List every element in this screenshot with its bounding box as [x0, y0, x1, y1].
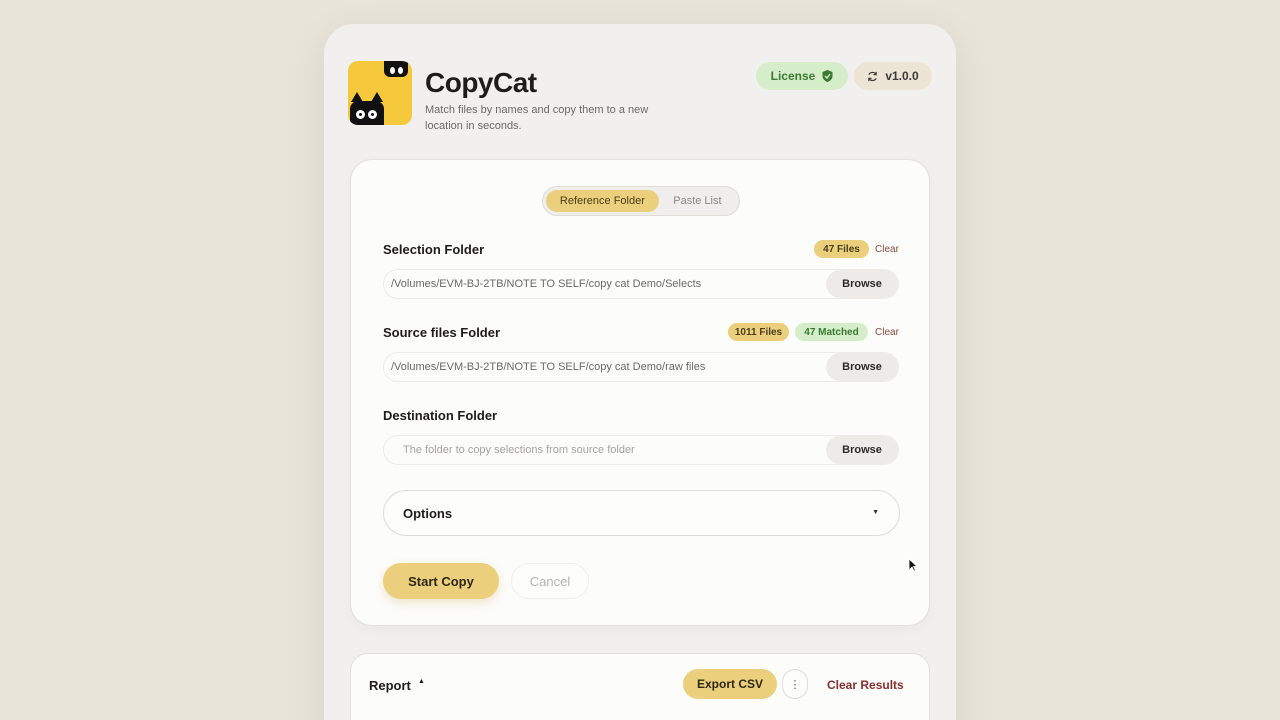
destination-folder-input[interactable]: The folder to copy selections from sourc…	[383, 435, 899, 465]
destination-browse-button[interactable]: Browse	[826, 436, 898, 464]
tab-reference-folder[interactable]: Reference Folder	[546, 190, 659, 212]
tab-paste-list[interactable]: Paste List	[659, 190, 736, 212]
report-title[interactable]: Report	[369, 678, 411, 693]
source-folder-path: /Volumes/EVM-BJ-2TB/NOTE TO SELF/copy ca…	[391, 361, 706, 373]
source-clear-link[interactable]: Clear	[875, 327, 899, 338]
app-description: Match files by names and copy them to a …	[425, 104, 649, 132]
selection-browse-button[interactable]: Browse	[826, 270, 898, 298]
start-copy-button[interactable]: Start Copy	[383, 563, 499, 599]
more-options-button[interactable]: ⋮	[782, 669, 808, 699]
caret-down-icon: ▼	[872, 509, 879, 516]
caret-up-icon[interactable]: ▲	[418, 678, 425, 685]
destination-placeholder: The folder to copy selections from sourc…	[403, 444, 635, 456]
shield-check-icon	[822, 70, 833, 82]
mode-toggle: Reference Folder Paste List	[542, 186, 740, 216]
clear-results-button[interactable]: Clear Results	[827, 678, 904, 692]
source-browse-button[interactable]: Browse	[826, 353, 898, 381]
selection-files-badge: 47 Files	[814, 240, 869, 258]
cancel-button[interactable]: Cancel	[511, 563, 589, 599]
export-csv-button[interactable]: Export CSV	[683, 669, 777, 699]
version-update-button[interactable]: v1.0.0	[854, 62, 932, 90]
options-dropdown[interactable]: Options ▼	[383, 490, 900, 536]
selection-clear-link[interactable]: Clear	[875, 244, 899, 255]
selection-folder-path: /Volumes/EVM-BJ-2TB/NOTE TO SELF/copy ca…	[391, 278, 702, 290]
report-panel: Report ▲ Export CSV ⋮ Clear Results	[350, 653, 930, 720]
selection-folder-input[interactable]: /Volumes/EVM-BJ-2TB/NOTE TO SELF/copy ca…	[383, 269, 899, 299]
app-title: CopyCat	[425, 67, 537, 98]
app-window: CopyCat Match files by names and copy th…	[324, 24, 956, 720]
destination-folder-label: Destination Folder	[383, 408, 498, 423]
source-files-badge: 1011 Files	[728, 323, 789, 341]
version-label: v1.0.0	[885, 69, 919, 83]
copy-settings-card: Reference Folder Paste List Selection Fo…	[350, 159, 930, 626]
refresh-icon	[868, 71, 878, 81]
options-label: Options	[403, 506, 453, 521]
source-folder-label: Source files Folder	[383, 325, 501, 340]
license-label: License	[770, 69, 816, 83]
source-matched-badge: 47 Matched	[795, 323, 868, 341]
license-button[interactable]: License	[756, 62, 848, 90]
selection-folder-label: Selection Folder	[383, 242, 485, 257]
source-folder-input[interactable]: /Volumes/EVM-BJ-2TB/NOTE TO SELF/copy ca…	[383, 352, 899, 382]
copycat-logo-icon	[348, 61, 412, 125]
mouse-cursor-icon	[908, 558, 918, 572]
